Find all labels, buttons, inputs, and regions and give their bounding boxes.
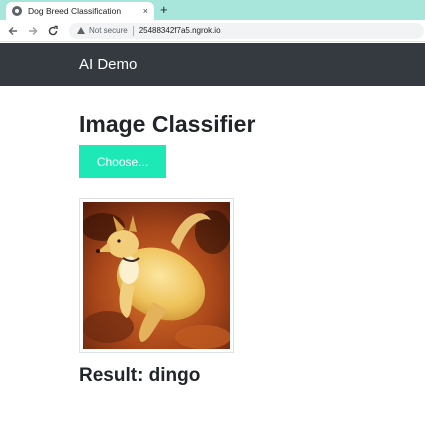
back-arrow-icon[interactable] (3, 21, 23, 41)
dog-photo (83, 202, 230, 349)
page-title: Image Classifier (79, 111, 256, 137)
address-bar[interactable]: Not secure 25488342f7a5.ngrok.io (69, 22, 424, 39)
browser-tab-strip: Dog Breed Classification × + (0, 0, 425, 20)
main-content: Image Classifier Choose... Result: dingo (79, 110, 379, 387)
url-text: 25488342f7a5.ngrok.io (138, 26, 221, 35)
navbar-brand[interactable]: AI Demo (79, 56, 137, 73)
divider (132, 25, 134, 36)
tab-title: Dog Breed Classification (28, 6, 122, 16)
not-secure-label: Not secure (89, 26, 128, 35)
globe-icon (12, 6, 22, 16)
image-preview (79, 198, 234, 353)
reload-icon[interactable] (43, 21, 63, 41)
close-icon[interactable]: × (143, 6, 148, 16)
choose-file-button[interactable]: Choose... (79, 145, 166, 178)
new-tab-button[interactable]: + (160, 3, 168, 17)
warning-icon (77, 27, 85, 34)
result-label: Result: dingo (79, 365, 201, 386)
app-navbar: AI Demo (0, 43, 425, 86)
forward-arrow-icon[interactable] (23, 21, 43, 41)
browser-toolbar: Not secure 25488342f7a5.ngrok.io (0, 20, 425, 42)
browser-tab[interactable]: Dog Breed Classification × (6, 2, 154, 20)
